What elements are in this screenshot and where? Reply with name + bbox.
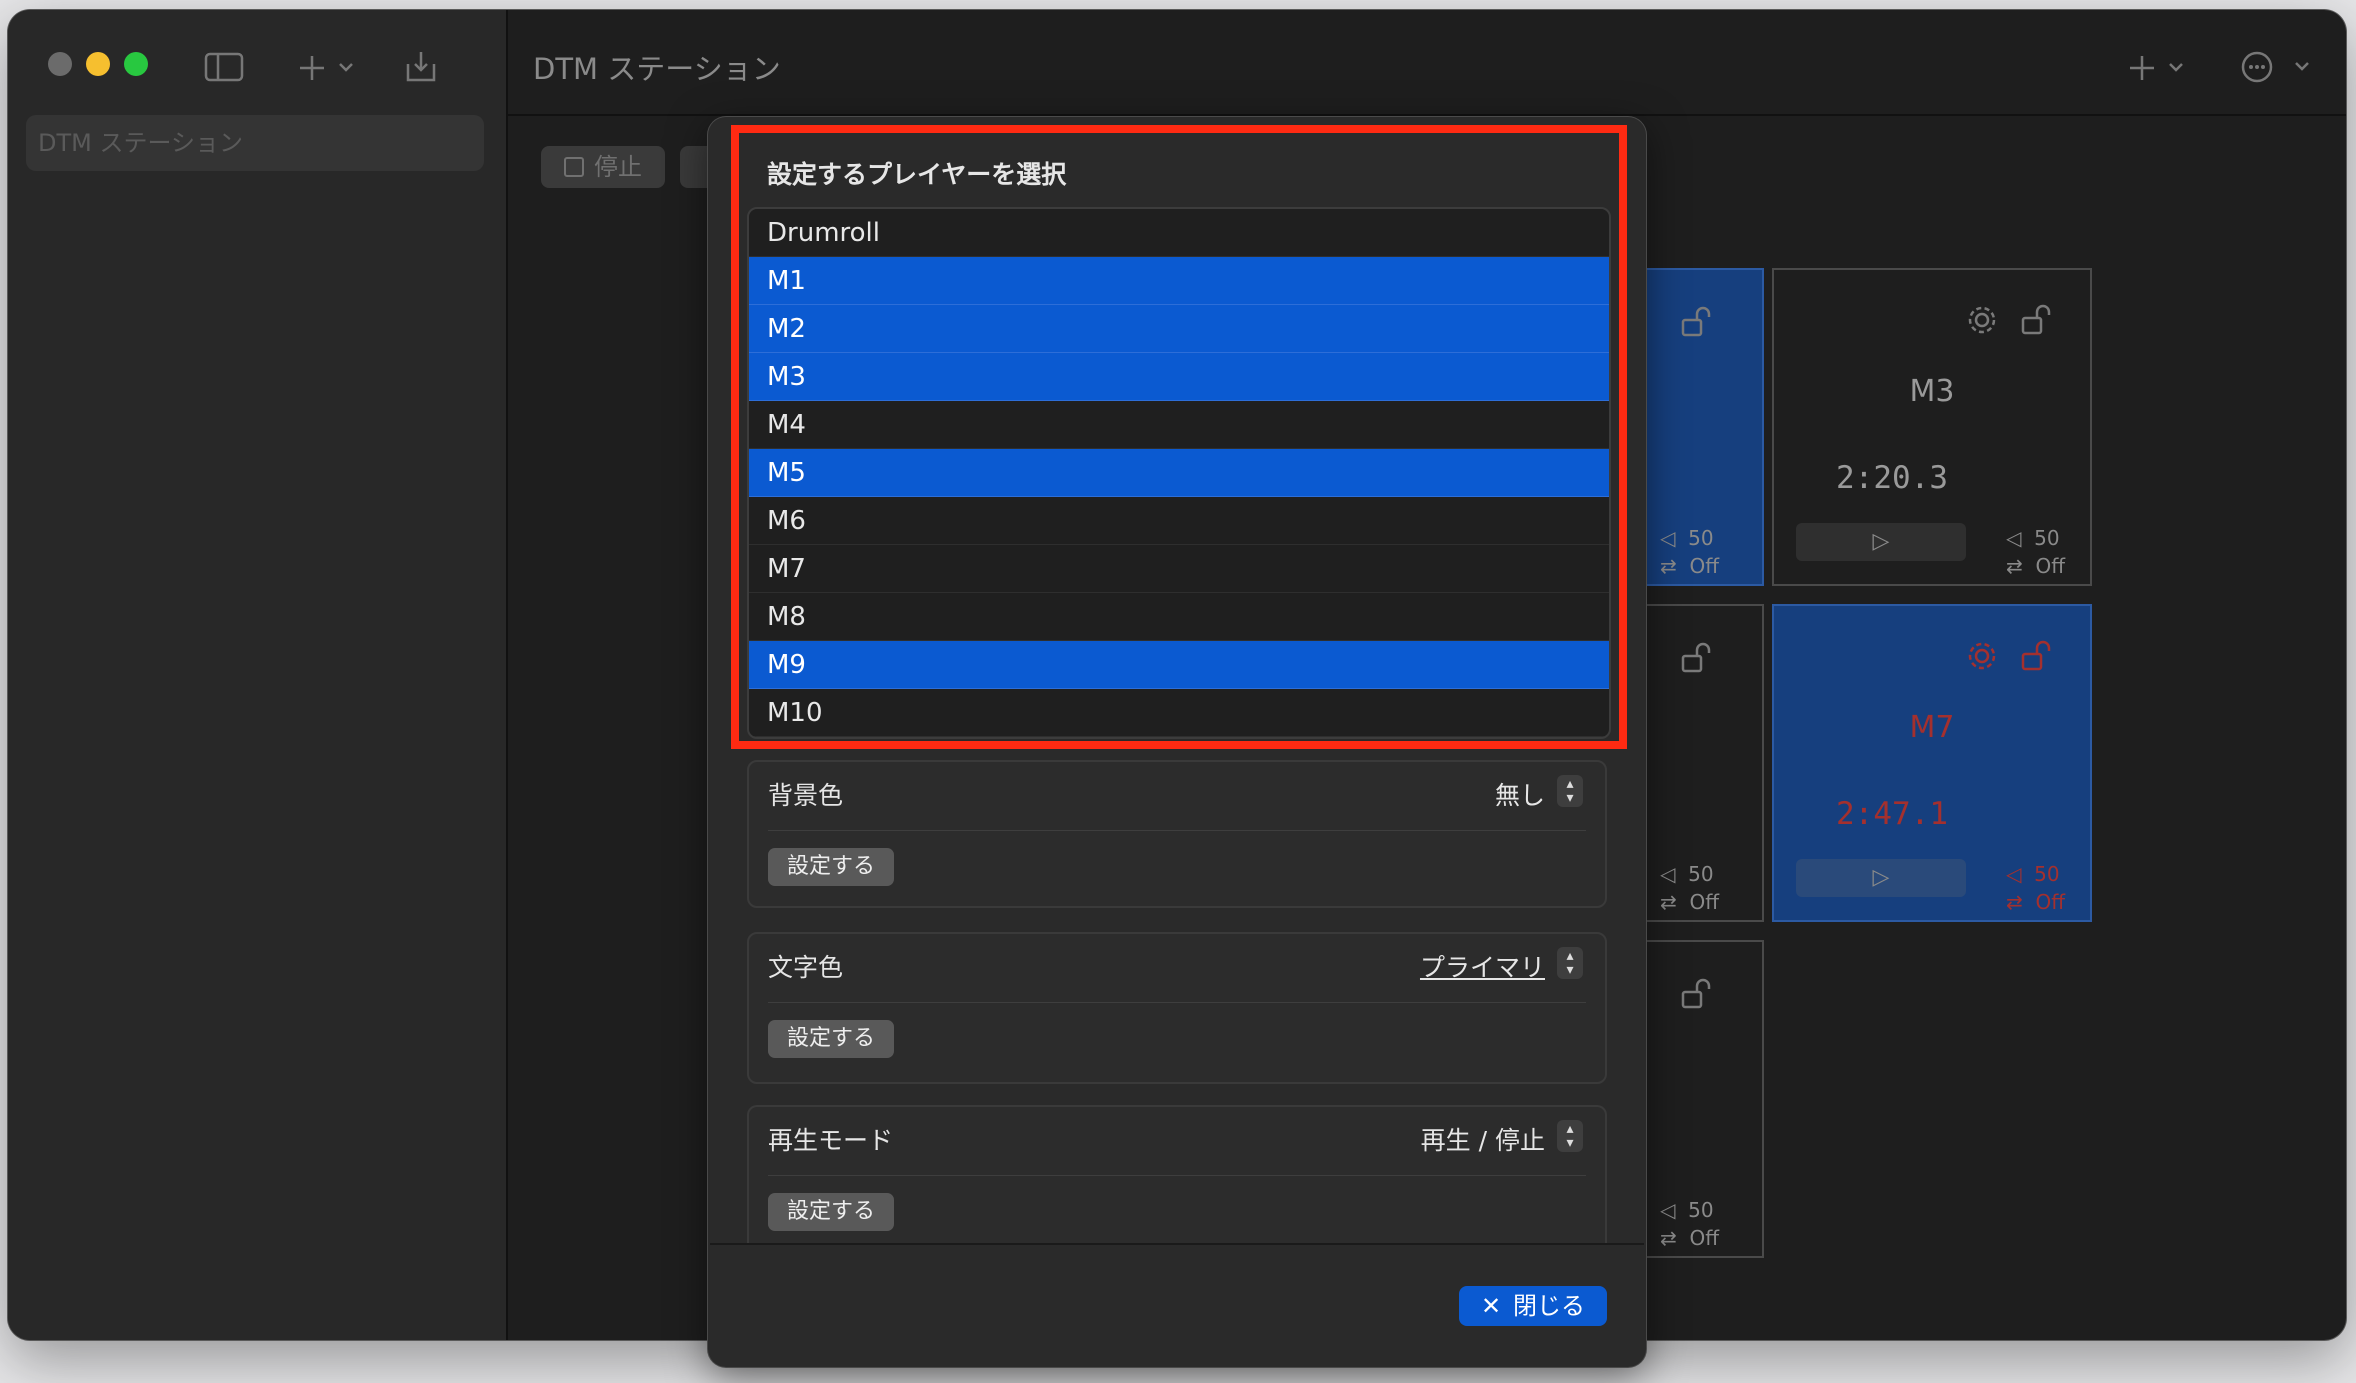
play-button[interactable]: ▷ bbox=[1796, 859, 1966, 897]
minimize-window-button[interactable] bbox=[86, 52, 110, 76]
volume-icon: ◁ bbox=[2006, 862, 2022, 886]
text-color-card: 文字色 プライマリ ▴ ▾ 設定する bbox=[747, 932, 1607, 1084]
play-mode-title: 再生モード bbox=[768, 1126, 894, 1155]
play-mode-value[interactable]: 再生 / 停止 bbox=[1421, 1121, 1545, 1157]
apply-text-color-button[interactable]: 設定する bbox=[768, 1020, 894, 1058]
sidebar: DTM ステーション bbox=[8, 10, 508, 1340]
tile-meta: ◁ 50 ⇄ Off bbox=[1660, 862, 1720, 914]
gear-icon[interactable] bbox=[1964, 638, 2000, 678]
background-color-title: 背景色 bbox=[768, 781, 844, 810]
text-color-value[interactable]: プライマリ bbox=[1420, 948, 1545, 984]
player-row-m6[interactable]: M6 bbox=[749, 497, 1609, 545]
repeat-icon: ⇄ bbox=[2006, 554, 2023, 578]
play-icon: ▷ bbox=[1872, 529, 1890, 554]
lock-icon[interactable] bbox=[1680, 642, 1714, 678]
player-row-m1[interactable]: M1 bbox=[749, 257, 1609, 305]
player-row-m3[interactable]: M3 bbox=[749, 353, 1609, 401]
gear-icon[interactable] bbox=[1964, 302, 2000, 342]
repeat-icon: ⇄ bbox=[1660, 554, 1677, 578]
tile-meta: ◁ 50 ⇄ Off bbox=[1660, 526, 1720, 578]
toolbar-divider bbox=[508, 114, 2346, 116]
tile-name: M3 bbox=[1909, 374, 1955, 409]
tile-meta: ◁ 50 ⇄ Off bbox=[1660, 1198, 1720, 1250]
close-icon: ✕ bbox=[1480, 1292, 1502, 1320]
footer-divider bbox=[710, 1243, 1644, 1245]
repeat-icon: ⇄ bbox=[1660, 1226, 1677, 1250]
play-button[interactable]: ▷ bbox=[1796, 523, 1966, 561]
add-player-icon[interactable] bbox=[2128, 54, 2188, 82]
text-color-title: 文字色 bbox=[768, 953, 844, 982]
repeat-icon: ⇄ bbox=[2006, 890, 2023, 914]
stop-button[interactable]: 停止 bbox=[541, 146, 665, 188]
divider bbox=[768, 1175, 1586, 1176]
tile-name: M7 bbox=[1909, 710, 1955, 745]
window-title: DTM ステーション bbox=[533, 52, 781, 86]
volume-icon: ◁ bbox=[1660, 862, 1676, 886]
player-row-m8[interactable]: M8 bbox=[749, 593, 1609, 641]
background-color-card: 背景色 無し ▴ ▾ 設定する bbox=[747, 760, 1607, 908]
player-select-title: 設定するプレイヤーを選択 bbox=[767, 160, 1067, 189]
volume-icon: ◁ bbox=[2006, 526, 2022, 550]
play-icon: ▷ bbox=[1872, 865, 1890, 890]
player-row-drumroll[interactable]: Drumroll bbox=[749, 209, 1609, 257]
close-label: 閉じる bbox=[1513, 1292, 1586, 1320]
player-tile-m6[interactable]: ◁ 50 ⇄ Off bbox=[1638, 604, 1764, 922]
player-tile-m10[interactable]: ◁ 50 ⇄ Off bbox=[1638, 940, 1764, 1258]
tile-time: 2:47.1 bbox=[1836, 796, 1948, 832]
player-row-m7[interactable]: M7 bbox=[749, 545, 1609, 593]
lock-icon[interactable] bbox=[2020, 304, 2054, 340]
lock-icon[interactable] bbox=[1680, 978, 1714, 1014]
player-row-m4[interactable]: M4 bbox=[749, 401, 1609, 449]
checkbox-icon bbox=[564, 157, 584, 177]
download-icon[interactable] bbox=[404, 50, 438, 84]
lock-icon[interactable] bbox=[1680, 306, 1714, 342]
play-mode-card: 再生モード 再生 / 停止 ▴ ▾ 設定する bbox=[747, 1105, 1607, 1245]
sidebar-item-dtm-station[interactable]: DTM ステーション bbox=[26, 115, 484, 171]
add-menu-icon[interactable] bbox=[298, 54, 358, 82]
tile-time: 2:20.3 bbox=[1836, 460, 1948, 496]
stop-label: 停止 bbox=[594, 153, 642, 181]
close-window-button[interactable] bbox=[48, 52, 72, 76]
player-list[interactable]: Drumroll M1 M2 M3 M4 M5 M6 M7 M8 M9 M10 bbox=[747, 207, 1611, 739]
divider bbox=[768, 1002, 1586, 1003]
volume-icon: ◁ bbox=[1660, 526, 1676, 550]
zoom-window-button[interactable] bbox=[124, 52, 148, 76]
more-options-icon[interactable] bbox=[2240, 50, 2316, 84]
player-row-m9[interactable]: M9 bbox=[749, 641, 1609, 689]
apply-play-mode-button[interactable]: 設定する bbox=[768, 1193, 894, 1231]
player-row-m5[interactable]: M5 bbox=[749, 449, 1609, 497]
chevron-updown-icon[interactable]: ▴ ▾ bbox=[1557, 775, 1583, 807]
volume-icon: ◁ bbox=[1660, 1198, 1676, 1222]
player-tile-m2[interactable]: ◁ 50 ⇄ Off bbox=[1638, 268, 1764, 586]
player-row-m10[interactable]: M10 bbox=[749, 689, 1609, 737]
player-row-m2[interactable]: M2 bbox=[749, 305, 1609, 353]
apply-background-button[interactable]: 設定する bbox=[768, 848, 894, 886]
chevron-updown-icon[interactable]: ▴ ▾ bbox=[1557, 1120, 1583, 1152]
sidebar-toggle-icon[interactable] bbox=[204, 52, 244, 82]
tile-meta: ◁ 50 ⇄ Off bbox=[2006, 526, 2066, 578]
background-color-value[interactable]: 無し bbox=[1495, 776, 1545, 812]
divider bbox=[768, 830, 1586, 831]
player-tile-m7[interactable]: M7 2:47.1 ▷ ◁ 50 ⇄ Off bbox=[1772, 604, 2092, 922]
tile-meta: ◁ 50 ⇄ Off bbox=[2006, 862, 2066, 914]
chevron-updown-icon[interactable]: ▴ ▾ bbox=[1557, 947, 1583, 979]
repeat-icon: ⇄ bbox=[1660, 890, 1677, 914]
lock-icon[interactable] bbox=[2020, 640, 2054, 676]
player-tile-m3[interactable]: M3 2:20.3 ▷ ◁ 50 ⇄ Off bbox=[1772, 268, 2092, 586]
close-button[interactable]: ✕ 閉じる bbox=[1459, 1286, 1607, 1326]
